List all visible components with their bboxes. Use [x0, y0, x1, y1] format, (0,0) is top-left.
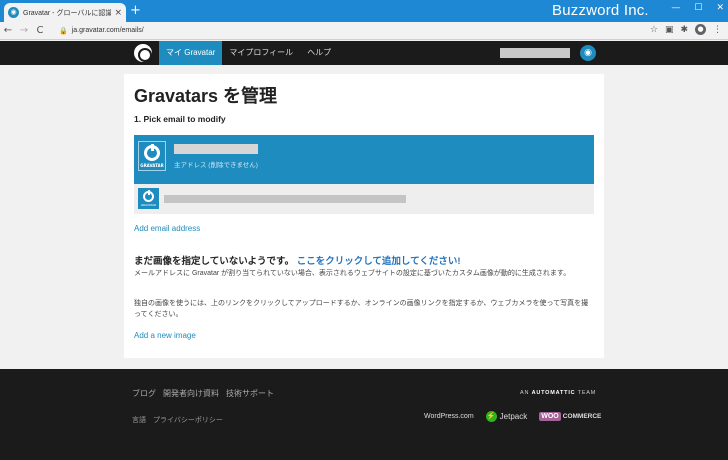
- info-paragraph-1: メールアドレスに Gravatar が割り当てられていない場合、表示されるウェブ…: [134, 270, 571, 277]
- browser-titlebar: ◉ Gravatar - グローバルに認識される! × + Buzzword I…: [0, 0, 728, 22]
- add-image-click-link[interactable]: ここをクリックして追加してください!: [297, 256, 461, 267]
- jetpack-bolt-icon: ⚡: [485, 411, 497, 422]
- automattic-suffix: TEAM: [577, 390, 597, 396]
- add-email-link[interactable]: Add email address: [134, 224, 200, 233]
- jetpack-label: Jetpack: [499, 412, 528, 421]
- footer-link-support[interactable]: 技術サポート: [226, 388, 274, 399]
- window-controls: — ☐ ✕: [671, 3, 724, 13]
- redacted-username[interactable]: [500, 48, 570, 58]
- user-avatar-icon[interactable]: ◉: [580, 45, 596, 61]
- back-icon[interactable]: ←: [0, 25, 16, 36]
- redacted-secondary-email: [164, 195, 406, 203]
- forward-icon[interactable]: →: [16, 25, 32, 36]
- new-tab-button[interactable]: +: [130, 3, 141, 19]
- maximize-icon[interactable]: ☐: [694, 3, 702, 13]
- minimize-icon[interactable]: —: [671, 3, 680, 13]
- add-new-image-link[interactable]: Add a new image: [134, 331, 196, 340]
- avatar-label: GRAVATAR: [140, 162, 164, 168]
- footer-secondary-links: 言語 プライバシーポリシー: [132, 415, 223, 425]
- close-window-icon[interactable]: ✕: [716, 3, 724, 13]
- site-header: マイ Gravatar マイプロフィール ヘルプ ◉: [0, 41, 728, 65]
- wordpress-link[interactable]: WordPress.com: [424, 413, 474, 420]
- nav-help[interactable]: ヘルプ: [300, 41, 338, 65]
- toolbar-icons: ☆ ▣ ✱ ● ⋮: [650, 24, 722, 35]
- address-bar: ← → C 🔒 ja.gravatar.com/emails/ ☆ ▣ ✱ ● …: [0, 22, 728, 40]
- footer-link-blog[interactable]: ブログ: [132, 388, 156, 399]
- url-input[interactable]: 🔒 ja.gravatar.com/emails/: [54, 24, 614, 38]
- main-nav: マイ Gravatar マイプロフィール ヘルプ: [159, 41, 338, 65]
- woo-commerce-text: COMMERCE: [562, 413, 602, 420]
- translate-icon[interactable]: ▣: [665, 25, 674, 35]
- close-tab-icon[interactable]: ×: [114, 8, 122, 18]
- lock-icon: 🔒: [59, 26, 68, 35]
- site-footer: ブログ 開発者向け資料 技術サポート 言語 プライバシーポリシー AN AUTO…: [0, 369, 728, 460]
- profile-icon[interactable]: ●: [695, 24, 706, 35]
- watermark-text: Buzzword Inc.: [552, 2, 649, 19]
- footer-links: ブログ 開発者向け資料 技術サポート: [132, 388, 274, 399]
- menu-kebab-icon[interactable]: ⋮: [713, 25, 722, 35]
- gravatar-favicon-icon: ◉: [8, 7, 19, 18]
- step-heading: 1. Pick email to modify: [134, 114, 226, 124]
- automattic-name: AUTOMATTIC: [531, 390, 576, 396]
- footer-link-privacy[interactable]: プライバシーポリシー: [153, 415, 223, 425]
- woo-badge: WOO: [539, 412, 561, 421]
- extension-puzzle-icon[interactable]: ✱: [680, 25, 688, 35]
- nav-my-profile[interactable]: マイプロフィール: [222, 41, 300, 65]
- email-row-secondary[interactable]: GRAVATAR: [134, 184, 594, 214]
- footer-link-language[interactable]: 言語: [132, 415, 146, 425]
- star-icon[interactable]: ☆: [650, 25, 658, 35]
- page-title: Gravatars を管理: [134, 86, 278, 106]
- email-row-primary[interactable]: GRAVATAR 主アドレス (削除できません): [134, 135, 594, 184]
- url-text: ja.gravatar.com/emails/: [71, 27, 144, 34]
- info-paragraph-2: 独自の画像を使うには、上のリンクをクリックしてアップロードするか、オンラインの画…: [134, 300, 589, 318]
- power-symbol-icon: [143, 189, 154, 202]
- reload-icon[interactable]: C: [32, 25, 48, 36]
- partner-logos: WordPress.com ⚡ Jetpack WOO COMMERCE: [424, 411, 601, 422]
- gravatar-default-avatar-icon: GRAVATAR: [138, 141, 166, 171]
- manage-card: Gravatars を管理 1. Pick email to modify GR…: [124, 74, 604, 358]
- automattic-prefix: AN: [520, 390, 530, 396]
- footer-link-developers[interactable]: 開発者向け資料: [163, 388, 219, 399]
- power-symbol-icon: [144, 143, 160, 161]
- no-image-heading: まだ画像を指定していないようです。 ここをクリックして追加してください!: [134, 253, 461, 267]
- woocommerce-link[interactable]: WOO COMMERCE: [539, 412, 601, 421]
- nav-my-gravatar[interactable]: マイ Gravatar: [159, 41, 223, 65]
- browser-tab[interactable]: ◉ Gravatar - グローバルに認識される! ×: [4, 3, 126, 22]
- automattic-team-logo[interactable]: AN AUTOMATTIC TEAM: [520, 390, 596, 396]
- primary-address-note: 主アドレス (削除できません): [174, 162, 258, 169]
- gravatar-default-avatar-icon: GRAVATAR: [138, 188, 159, 209]
- avatar-label: GRAVATAR: [140, 202, 157, 207]
- no-image-text: まだ画像を指定していないようです。: [134, 256, 295, 267]
- tab-title: Gravatar - グローバルに認識される!: [23, 9, 112, 17]
- redacted-primary-email: [174, 144, 258, 154]
- jetpack-link[interactable]: ⚡ Jetpack: [485, 411, 528, 422]
- gravatar-logo-icon[interactable]: [134, 44, 152, 62]
